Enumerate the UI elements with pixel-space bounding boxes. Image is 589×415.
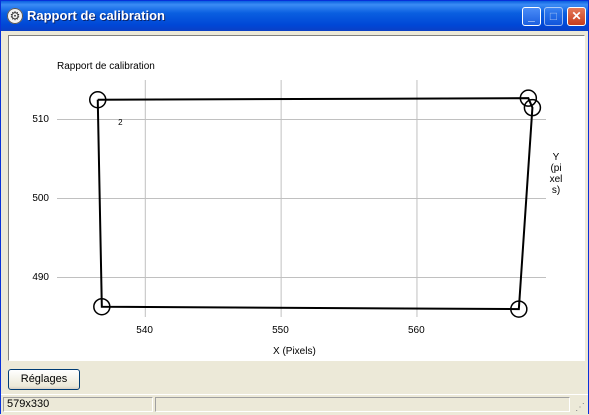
resize-grip[interactable]: ⋰ xyxy=(575,402,585,413)
window-title: Rapport de calibration xyxy=(27,8,165,23)
y-tick-label: 500 xyxy=(32,192,49,204)
gear-icon[interactable]: ⚙ xyxy=(7,8,23,24)
minimize-button[interactable]: _ xyxy=(522,7,541,26)
y-tick-label: 490 xyxy=(32,271,49,283)
x-axis-label: X (Pixels) xyxy=(273,346,316,357)
y-axis-label: Y (pixels) xyxy=(549,152,563,196)
x-tick-label: 560 xyxy=(407,325,425,336)
chart-plot-area xyxy=(57,80,546,318)
close-button[interactable]: ✕ xyxy=(567,7,586,26)
title-bar[interactable]: ⚙ Rapport de calibration _ □ ✕ xyxy=(1,1,588,31)
status-panel-empty xyxy=(155,397,570,412)
point-label: 2 xyxy=(118,118,123,128)
status-size: 579x330 xyxy=(3,397,153,412)
maximize-button[interactable]: □ xyxy=(544,7,563,26)
status-bar: 579x330 ⋰ xyxy=(1,394,588,415)
close-icon: ✕ xyxy=(571,9,582,23)
calibration-chart: Rapport de calibration 540 550 560 490 500 51… xyxy=(8,35,585,361)
y-tick-label: 510 xyxy=(32,113,49,125)
minimize-icon: _ xyxy=(528,9,535,23)
maximize-icon: □ xyxy=(549,9,558,23)
calibration-report-window: ⚙ Rapport de calibration _ □ ✕ Rapport d… xyxy=(0,0,589,415)
x-tick-label: 550 xyxy=(272,325,289,336)
x-tick-label: 540 xyxy=(136,325,153,336)
settings-button[interactable]: Réglages xyxy=(8,369,80,390)
